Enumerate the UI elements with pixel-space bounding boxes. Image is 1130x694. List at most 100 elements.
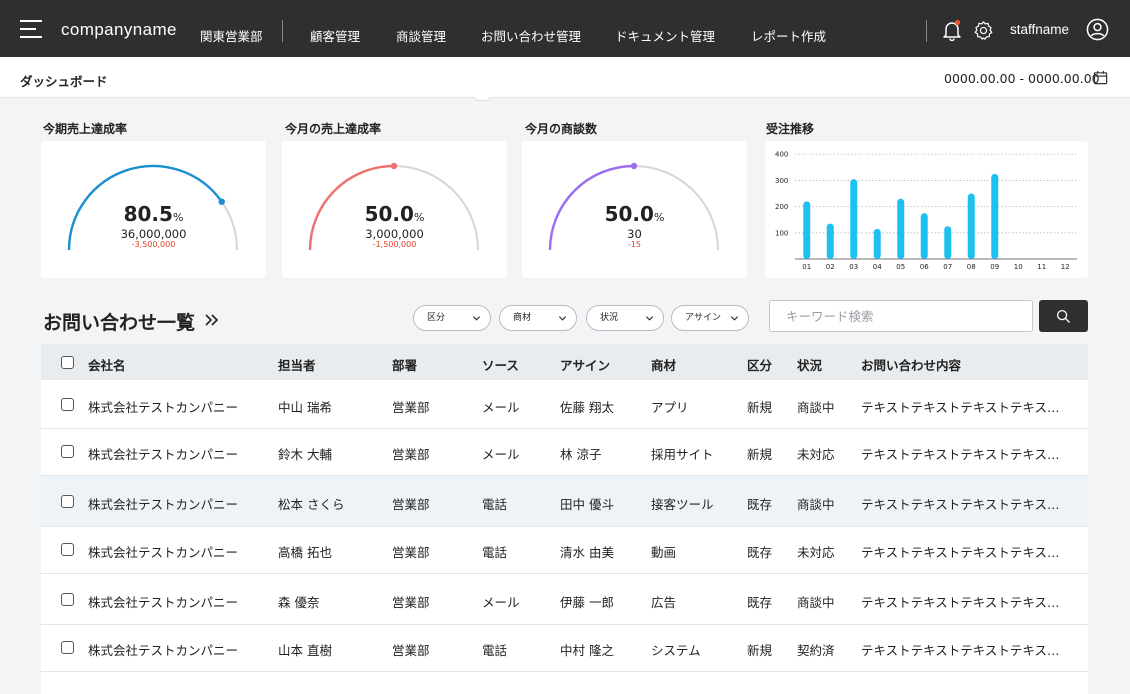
column-header[interactable]: 担当者 (278, 355, 316, 374)
x-tick-label: 11 (1037, 263, 1046, 271)
row-checkbox[interactable] (61, 543, 74, 556)
filter-category[interactable]: 区分 (413, 305, 491, 331)
table-row[interactable]: 株式会社テストカンパニー 山本 直樹 営業部 電話 中村 隆之 システム 新規 … (41, 625, 1088, 672)
user-name[interactable]: staffname (1010, 22, 1069, 37)
cell-product: 採用サイト (651, 447, 714, 462)
filter-label: アサイン (685, 313, 722, 323)
x-tick-label: 03 (849, 263, 858, 271)
cell-dept: 営業部 (392, 545, 430, 560)
keyword-search-input[interactable] (769, 300, 1033, 332)
cell-status: 商談中 (797, 595, 835, 610)
cell-assignee: 清水 由美 (560, 545, 614, 560)
column-header[interactable]: ソース (482, 355, 519, 374)
bar (897, 198, 905, 259)
row-checkbox[interactable] (61, 445, 74, 458)
filter-product[interactable]: 商材 (499, 305, 577, 331)
gear-icon[interactable] (973, 20, 994, 41)
user-avatar-icon[interactable] (1086, 18, 1109, 41)
cell-content: テキストテキストテキストテキスト… (861, 447, 1071, 462)
column-header[interactable]: 状況 (797, 355, 822, 374)
gauge-diff: -3,500,000 (131, 240, 176, 249)
cell-product: 接客ツール (651, 497, 714, 512)
chevron-down-icon (730, 316, 739, 321)
x-tick-label: 02 (826, 263, 835, 271)
column-header[interactable]: アサイン (560, 355, 610, 374)
column-header[interactable]: 会社名 (88, 355, 126, 374)
cell-category: 既存 (747, 595, 773, 610)
orders-chart-card: 100 200 300 400 01 02 03 04 05 06 07 08 09 10 11 12 (765, 141, 1088, 278)
bar (991, 173, 999, 259)
column-header[interactable]: 商材 (651, 355, 676, 374)
y-tick-label: 100 (775, 229, 788, 237)
gauge-marker (390, 162, 398, 170)
bar (826, 223, 834, 259)
filter-assignee[interactable]: アサイン (671, 305, 749, 331)
x-tick-label: 01 (802, 263, 811, 271)
cell-status: 未対応 (797, 447, 835, 462)
header-divider (926, 20, 927, 42)
cell-product: アプリ (651, 400, 689, 415)
table-row[interactable]: 株式会社テストカンパニー 鈴木 大輔 営業部 メール 林 涼子 採用サイト 新規… (41, 429, 1088, 476)
y-tick-label: 200 (775, 203, 788, 211)
cell-person: 鈴木 大輔 (278, 447, 332, 462)
row-checkbox[interactable] (61, 593, 74, 606)
search-button[interactable] (1039, 300, 1088, 332)
bell-icon[interactable] (941, 19, 963, 41)
bar (873, 228, 881, 259)
gauge-card: 80.5% 36,000,000 -3,500,000 (41, 141, 266, 278)
inquiries-table: 会社名 担当者 部署 ソース アサイン 商材 区分 状況 お問い合わせ内容 株式… (41, 344, 1088, 694)
chevron-down-icon (472, 316, 481, 321)
cell-source: メール (482, 400, 520, 415)
table-row[interactable]: 株式会社テストカンパニー 中山 瑞希 営業部 メール 佐藤 翔太 アプリ 新規 … (41, 380, 1088, 429)
x-tick-label: 05 (896, 263, 905, 271)
column-header[interactable]: 区分 (747, 355, 772, 374)
cell-assignee: 佐藤 翔太 (560, 400, 614, 415)
row-checkbox[interactable] (61, 398, 74, 411)
menu-icon[interactable] (20, 20, 42, 38)
gauge-value: 80.5% (123, 202, 184, 226)
cell-source: メール (482, 595, 520, 610)
cell-assignee: 中村 隆之 (560, 643, 614, 658)
filter-status[interactable]: 状況 (586, 305, 664, 331)
collapse-handle[interactable] (474, 97, 490, 101)
table-row[interactable]: 株式会社テストカンパニー 森 優奈 営業部 メール 伊藤 一郎 広告 既存 商談… (41, 574, 1088, 625)
chevron-down-icon (558, 316, 567, 321)
cell-assignee: 田中 優斗 (560, 497, 614, 512)
cell-content: テキストテキストテキストテキスト… (861, 400, 1071, 415)
cell-assignee: 林 涼子 (560, 447, 602, 462)
table-row[interactable]: 株式会社テストカンパニー 松本 さくら 営業部 電話 田中 優斗 接客ツール 既… (41, 476, 1088, 527)
cell-person: 中山 瑞希 (278, 400, 332, 415)
x-tick-label: 10 (1014, 263, 1023, 271)
cell-content: テキストテキストテキストテキスト… (861, 497, 1071, 512)
cell-company: 株式会社テストカンパニー (88, 643, 239, 658)
cell-content: テキストテキストテキストテキスト… (861, 595, 1071, 610)
bar (920, 213, 928, 259)
filter-label: 商材 (513, 313, 532, 323)
nav-documents[interactable]: ドキュメント管理 (615, 26, 715, 45)
row-checkbox[interactable] (61, 641, 74, 654)
nav-customers[interactable]: 顧客管理 (310, 26, 360, 45)
gauge-amount: 3,000,000 (365, 227, 424, 241)
table-row[interactable]: 株式会社テストカンパニー 高橋 拓也 営業部 電話 清水 由美 動画 既存 未対… (41, 527, 1088, 574)
gauge-card: 50.0% 3,000,000 -1,500,000 (282, 141, 507, 278)
y-tick-label: 400 (775, 151, 788, 159)
nav-department[interactable]: 関東営業部 (200, 26, 263, 45)
column-header[interactable]: お問い合わせ内容 (861, 355, 961, 374)
orders-bar-chart: 100 200 300 400 01 02 03 04 05 06 07 08 09 10 11 12 (775, 151, 1077, 271)
chevron-down-icon (645, 316, 654, 321)
nav-reports[interactable]: レポート作成 (751, 26, 826, 45)
row-checkbox[interactable] (61, 495, 74, 508)
date-range[interactable]: 0000.00.00 - 0000.00.00 (944, 71, 1100, 86)
nav-inquiries[interactable]: お問い合わせ管理 (481, 26, 581, 45)
cell-product: システム (651, 643, 701, 658)
cell-person: 松本 さくら (278, 497, 345, 512)
column-header[interactable]: 部署 (392, 355, 417, 374)
calendar-icon[interactable] (1093, 70, 1108, 85)
cell-source: メール (482, 447, 520, 462)
double-chevron-right-icon[interactable] (203, 311, 221, 329)
select-all-checkbox[interactable] (61, 356, 74, 369)
cell-company: 株式会社テストカンパニー (88, 497, 239, 512)
nav-deals[interactable]: 商談管理 (396, 26, 446, 45)
gauge-value: 50.0% (364, 202, 425, 226)
cell-company: 株式会社テストカンパニー (88, 447, 239, 462)
